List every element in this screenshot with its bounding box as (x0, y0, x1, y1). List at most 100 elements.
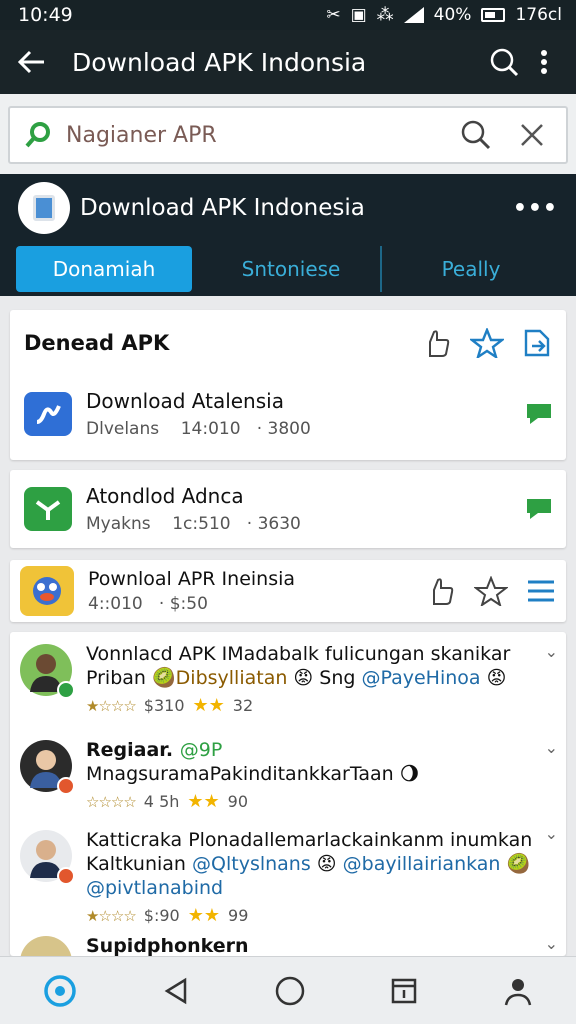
star-button[interactable] (470, 328, 504, 358)
avatar[interactable] (20, 830, 75, 885)
avatar[interactable] (20, 740, 75, 795)
post-line: Katticraka Plonadallemarlackainkanm inum… (86, 829, 533, 851)
post-count: 99 (228, 906, 249, 925)
magnifier-icon (461, 120, 491, 150)
post-meta: 4 5h (143, 792, 180, 811)
item-title: Atondlod Adnca (86, 484, 244, 508)
featured-item[interactable]: Pownloal APR Ineinsia 4::010 · $:50 (10, 560, 566, 622)
post-mention[interactable]: @PayeHinoa (361, 667, 480, 689)
battery-icon (481, 8, 506, 22)
post-emoji: 🥝 (500, 853, 531, 875)
search-input[interactable] (66, 122, 456, 148)
antenna-icon (35, 500, 61, 520)
network-label: 176cl (515, 5, 562, 25)
post-text: Priban 🥝 (86, 667, 176, 689)
section-title: Denead APK (24, 331, 170, 355)
post-mention[interactable]: @pivtlanabind (86, 876, 556, 900)
list-item[interactable]: Download Atalensia Dlvelans 14:010 · 380… (10, 376, 566, 452)
app-search-button[interactable] (484, 42, 524, 82)
like-button[interactable] (428, 576, 456, 606)
chevron-down-icon[interactable]: ⌄ (545, 738, 558, 757)
post-meta: $310 (143, 696, 185, 715)
post-emoji: 😡 (310, 853, 343, 875)
chevron-down-icon[interactable]: ⌄ (545, 824, 558, 843)
chevron-down-icon[interactable]: ⌄ (545, 934, 558, 953)
wave-icon (36, 405, 61, 424)
rating-icon: ★☆☆☆ (86, 697, 137, 715)
app-card: Atondlod Adnca Myakns 1c:510 · 3630 (10, 470, 566, 548)
bottom-nav (0, 956, 576, 1024)
nav-back-button[interactable] (161, 976, 191, 1006)
recents-button[interactable] (389, 976, 419, 1006)
search-green-icon (25, 122, 50, 148)
post-count: 90 (227, 792, 249, 811)
tab-bar: Donamiah Sntoniese Peally (0, 242, 576, 296)
star-outline-button[interactable] (474, 576, 508, 606)
item-meta: Myakns 1c:510 · 3630 (86, 514, 301, 534)
star-icon: ★★ (192, 695, 225, 716)
post-item[interactable]: Supidphonkern ⌄ (10, 928, 566, 956)
app-bar-title: Download APK Indonsia (72, 47, 367, 77)
post-line: MnagsuramaPakinditankkarTaan 🌖 (86, 763, 420, 785)
post-text: Kaltkunian (86, 853, 193, 875)
avatar[interactable] (20, 644, 75, 699)
channel-avatar[interactable] (18, 182, 70, 234)
clear-search-button[interactable] (512, 115, 552, 155)
status-badge (57, 867, 75, 885)
profile-button[interactable] (502, 975, 534, 1007)
back-arrow-icon (18, 50, 44, 74)
tab-donamiah[interactable]: Donamiah (16, 246, 192, 292)
status-time: 10:49 (18, 4, 73, 26)
search-submit-button[interactable] (456, 115, 496, 155)
signal-icon (403, 7, 424, 23)
status-badge (57, 777, 75, 795)
post-item[interactable]: Vonnlacd APK IMadabalk fulicungan skanik… (10, 642, 566, 728)
search-area (0, 94, 576, 174)
featured-meta: 4::010 · $:50 (88, 594, 208, 614)
tab-peally[interactable]: Peally (382, 246, 560, 292)
post-line: Vonnlacd APK IMadabalk fulicungan skanik… (86, 643, 511, 665)
avatar[interactable] (20, 936, 72, 956)
more-vert-icon (541, 50, 547, 74)
post-mention[interactable]: @Qltyslnans (192, 853, 311, 875)
list-item[interactable]: Atondlod Adnca Myakns 1c:510 · 3630 (10, 470, 566, 548)
tab-sntoniese[interactable]: Sntoniese (202, 246, 380, 292)
status-bar: 10:49 ✂ ▣ ⁂ 40% 176cl (0, 0, 576, 30)
cartoon-app-icon (20, 566, 74, 616)
menu-button[interactable] (526, 579, 556, 603)
post-item[interactable]: Regiaar. @9P MnagsuramaPakinditankkarTaa… (10, 728, 566, 824)
post-mention[interactable]: @bayillairiankan (343, 853, 501, 875)
chat-icon[interactable] (526, 498, 552, 520)
nfc-status-icon: ▣ (350, 5, 367, 25)
star-icon: ★★ (187, 791, 220, 812)
post-line: Supidphonkern (86, 935, 249, 956)
chat-icon[interactable] (526, 403, 552, 425)
app-bar: Download APK Indonsia (0, 30, 576, 94)
featured-card: Pownloal APR Ineinsia 4::010 · $:50 (10, 560, 566, 622)
back-button[interactable] (12, 42, 52, 82)
battery-percent: 40% (433, 5, 472, 25)
channel-more-button[interactable]: ••• (513, 196, 558, 221)
home-button[interactable] (42, 973, 78, 1009)
post-count: 32 (232, 696, 254, 715)
post-handle[interactable]: @9P (180, 739, 223, 761)
post-emoji: 😡 (480, 667, 507, 689)
section-card: Denead APK Download Atalensia Dlvelans 1… (10, 310, 566, 460)
overflow-menu-button[interactable] (524, 42, 564, 82)
verified-badge (57, 681, 75, 699)
channel-title: Download APK Indonesia (80, 195, 365, 221)
phone-icon (33, 195, 55, 221)
post-item[interactable]: Katticraka Plonadallemarlackainkanm inum… (10, 824, 566, 928)
rating-icon: ☆☆☆☆ (86, 793, 137, 811)
settings-status-icon: ✂ (326, 5, 341, 25)
post-meta: $:90 (143, 906, 180, 925)
nav-home-circle-button[interactable] (274, 975, 306, 1007)
featured-title: Pownloal APR Ineinsia (88, 568, 296, 590)
like-button[interactable] (424, 328, 452, 358)
chevron-down-icon[interactable]: ⌄ (545, 642, 558, 661)
share-button[interactable] (522, 328, 552, 358)
post-author[interactable]: Regiaar. (86, 739, 180, 761)
channel-header: Download APK Indonesia ••• Donamiah Snto… (0, 174, 576, 296)
post-hashtag[interactable]: Dibsylliatan (176, 667, 288, 689)
post-text: 😡 Sng (287, 667, 362, 689)
